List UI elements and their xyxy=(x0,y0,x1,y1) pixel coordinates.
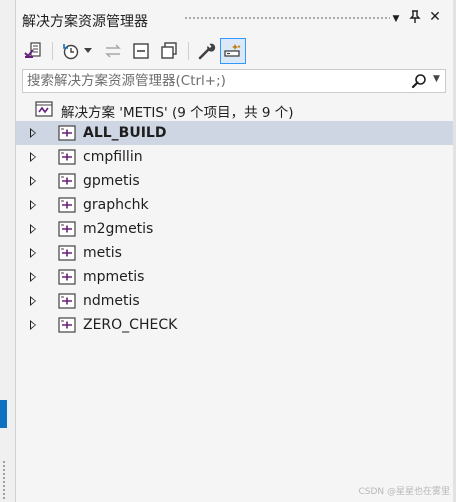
expand-arrow-icon[interactable] xyxy=(30,152,36,162)
show-all-files-icon[interactable] xyxy=(156,38,182,64)
expand-arrow-icon[interactable] xyxy=(30,320,36,330)
project-list: ALL_BUILD cmpfillin gpmetis graphchk m2gmeti… xyxy=(16,121,454,337)
search-options-dropdown-icon[interactable]: ▼ xyxy=(433,74,440,84)
cpp-project-icon xyxy=(58,125,76,145)
expand-arrow-icon[interactable] xyxy=(30,176,36,186)
left-edge-strip xyxy=(0,0,15,502)
vs-project-icon[interactable] xyxy=(20,38,46,64)
cpp-project-icon xyxy=(58,221,76,241)
cpp-project-icon xyxy=(58,269,76,289)
expand-arrow-icon[interactable] xyxy=(30,272,36,282)
sync-icon[interactable] xyxy=(100,38,126,64)
solution-tree: 解决方案 'METIS' (9 个项目，共 9 个) ALL_BUILDcmpf… xyxy=(16,97,454,337)
project-label: ALL_BUILD xyxy=(83,125,167,141)
solution-label: 解决方案 'METIS' (9 个项目，共 9 个) xyxy=(61,105,294,121)
project-label: m2gmetis xyxy=(83,221,154,237)
search-icon[interactable] xyxy=(411,73,427,93)
project-node[interactable]: gpmetis xyxy=(16,169,454,193)
left-edge-accent xyxy=(0,400,7,428)
project-label: gpmetis xyxy=(83,173,140,189)
project-node[interactable]: graphchk xyxy=(16,193,454,217)
expand-arrow-icon[interactable] xyxy=(30,296,36,306)
project-node[interactable]: ndmetis xyxy=(16,289,454,313)
expand-arrow-icon[interactable] xyxy=(30,128,36,138)
watermark: CSDN @星星也在雾里 xyxy=(358,487,450,497)
left-edge-grip xyxy=(2,460,6,500)
project-node[interactable]: ZERO_CHECK xyxy=(16,313,454,337)
project-label: metis xyxy=(83,245,122,261)
close-icon[interactable]: ✕ xyxy=(427,9,443,25)
project-label: graphchk xyxy=(83,197,149,213)
search-box[interactable]: ▼ xyxy=(22,69,446,93)
cpp-project-icon xyxy=(58,245,76,265)
dropdown-icon[interactable] xyxy=(80,38,96,64)
project-label: ndmetis xyxy=(83,293,140,309)
preview-selected-icon[interactable] xyxy=(220,38,246,64)
solution-node[interactable]: 解决方案 'METIS' (9 个项目，共 9 个) xyxy=(16,97,454,121)
project-node[interactable]: metis xyxy=(16,241,454,265)
cpp-project-icon xyxy=(58,149,76,169)
expand-arrow-icon[interactable] xyxy=(30,248,36,258)
cpp-project-icon xyxy=(58,293,76,313)
properties-wrench-icon[interactable] xyxy=(194,38,220,64)
cpp-project-icon xyxy=(58,173,76,193)
pin-icon[interactable] xyxy=(407,10,423,28)
project-node[interactable]: cmpfillin xyxy=(16,145,454,169)
solution-explorer-panel: 解决方案资源管理器 ▼ ✕ 搜索解决方案资源管理器(Ctrl+;) ▼ 解决方案… xyxy=(15,0,454,502)
project-node[interactable]: m2gmetis xyxy=(16,217,454,241)
project-label: cmpfillin xyxy=(83,149,143,165)
collapse-all-icon[interactable] xyxy=(128,38,154,64)
expand-arrow-icon[interactable] xyxy=(30,200,36,210)
panel-title: 解决方案资源管理器 xyxy=(22,14,148,30)
toolbar-separator xyxy=(52,42,53,60)
project-label: ZERO_CHECK xyxy=(83,317,178,333)
project-node[interactable]: ALL_BUILD xyxy=(16,121,454,145)
cpp-project-icon xyxy=(58,317,76,337)
project-label: mpmetis xyxy=(83,269,145,285)
toolbar-separator xyxy=(188,42,189,60)
panel-toolbar xyxy=(16,36,454,66)
solution-icon xyxy=(35,101,53,121)
cpp-project-icon xyxy=(58,197,76,217)
project-node[interactable]: mpmetis xyxy=(16,265,454,289)
panel-titlebar: 解决方案资源管理器 ▼ ✕ xyxy=(16,0,454,36)
expand-arrow-icon[interactable] xyxy=(30,224,36,234)
titlebar-grip[interactable] xyxy=(184,16,390,21)
search-input[interactable] xyxy=(27,72,407,90)
window-position-dropdown-icon[interactable]: ▼ xyxy=(388,14,404,24)
